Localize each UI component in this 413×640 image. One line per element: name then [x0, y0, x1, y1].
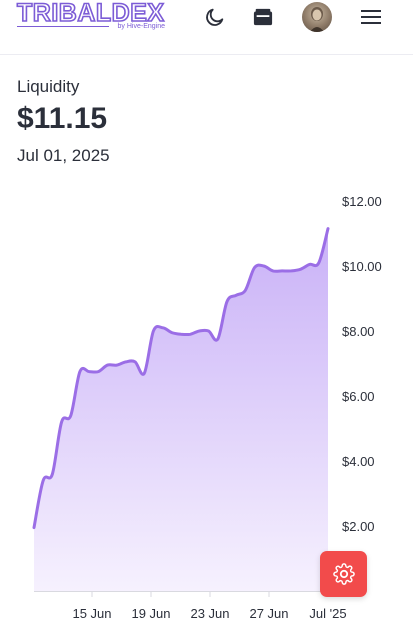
- y-tick-label: $6.00: [342, 389, 375, 404]
- y-tick-label: $4.00: [342, 454, 375, 469]
- liquidity-area-chart[interactable]: $12.00$10.00$8.00$6.00$4.00$2.000 15 Jun…: [0, 0, 413, 640]
- y-tick-label: $2.00: [342, 519, 375, 534]
- x-tick-label: 27 Jun: [249, 606, 288, 621]
- y-tick-label: $10.00: [342, 259, 382, 274]
- gear-icon: [332, 563, 355, 585]
- x-tick-label: Jul '25: [309, 606, 346, 621]
- chart-area-fill: [34, 228, 328, 591]
- settings-button[interactable]: [320, 551, 367, 597]
- y-tick-label: $8.00: [342, 324, 375, 339]
- x-tick-label: 15 Jun: [72, 606, 111, 621]
- y-tick-label: $12.00: [342, 194, 382, 209]
- x-tick-label: 19 Jun: [131, 606, 170, 621]
- x-tick-label: 23 Jun: [190, 606, 229, 621]
